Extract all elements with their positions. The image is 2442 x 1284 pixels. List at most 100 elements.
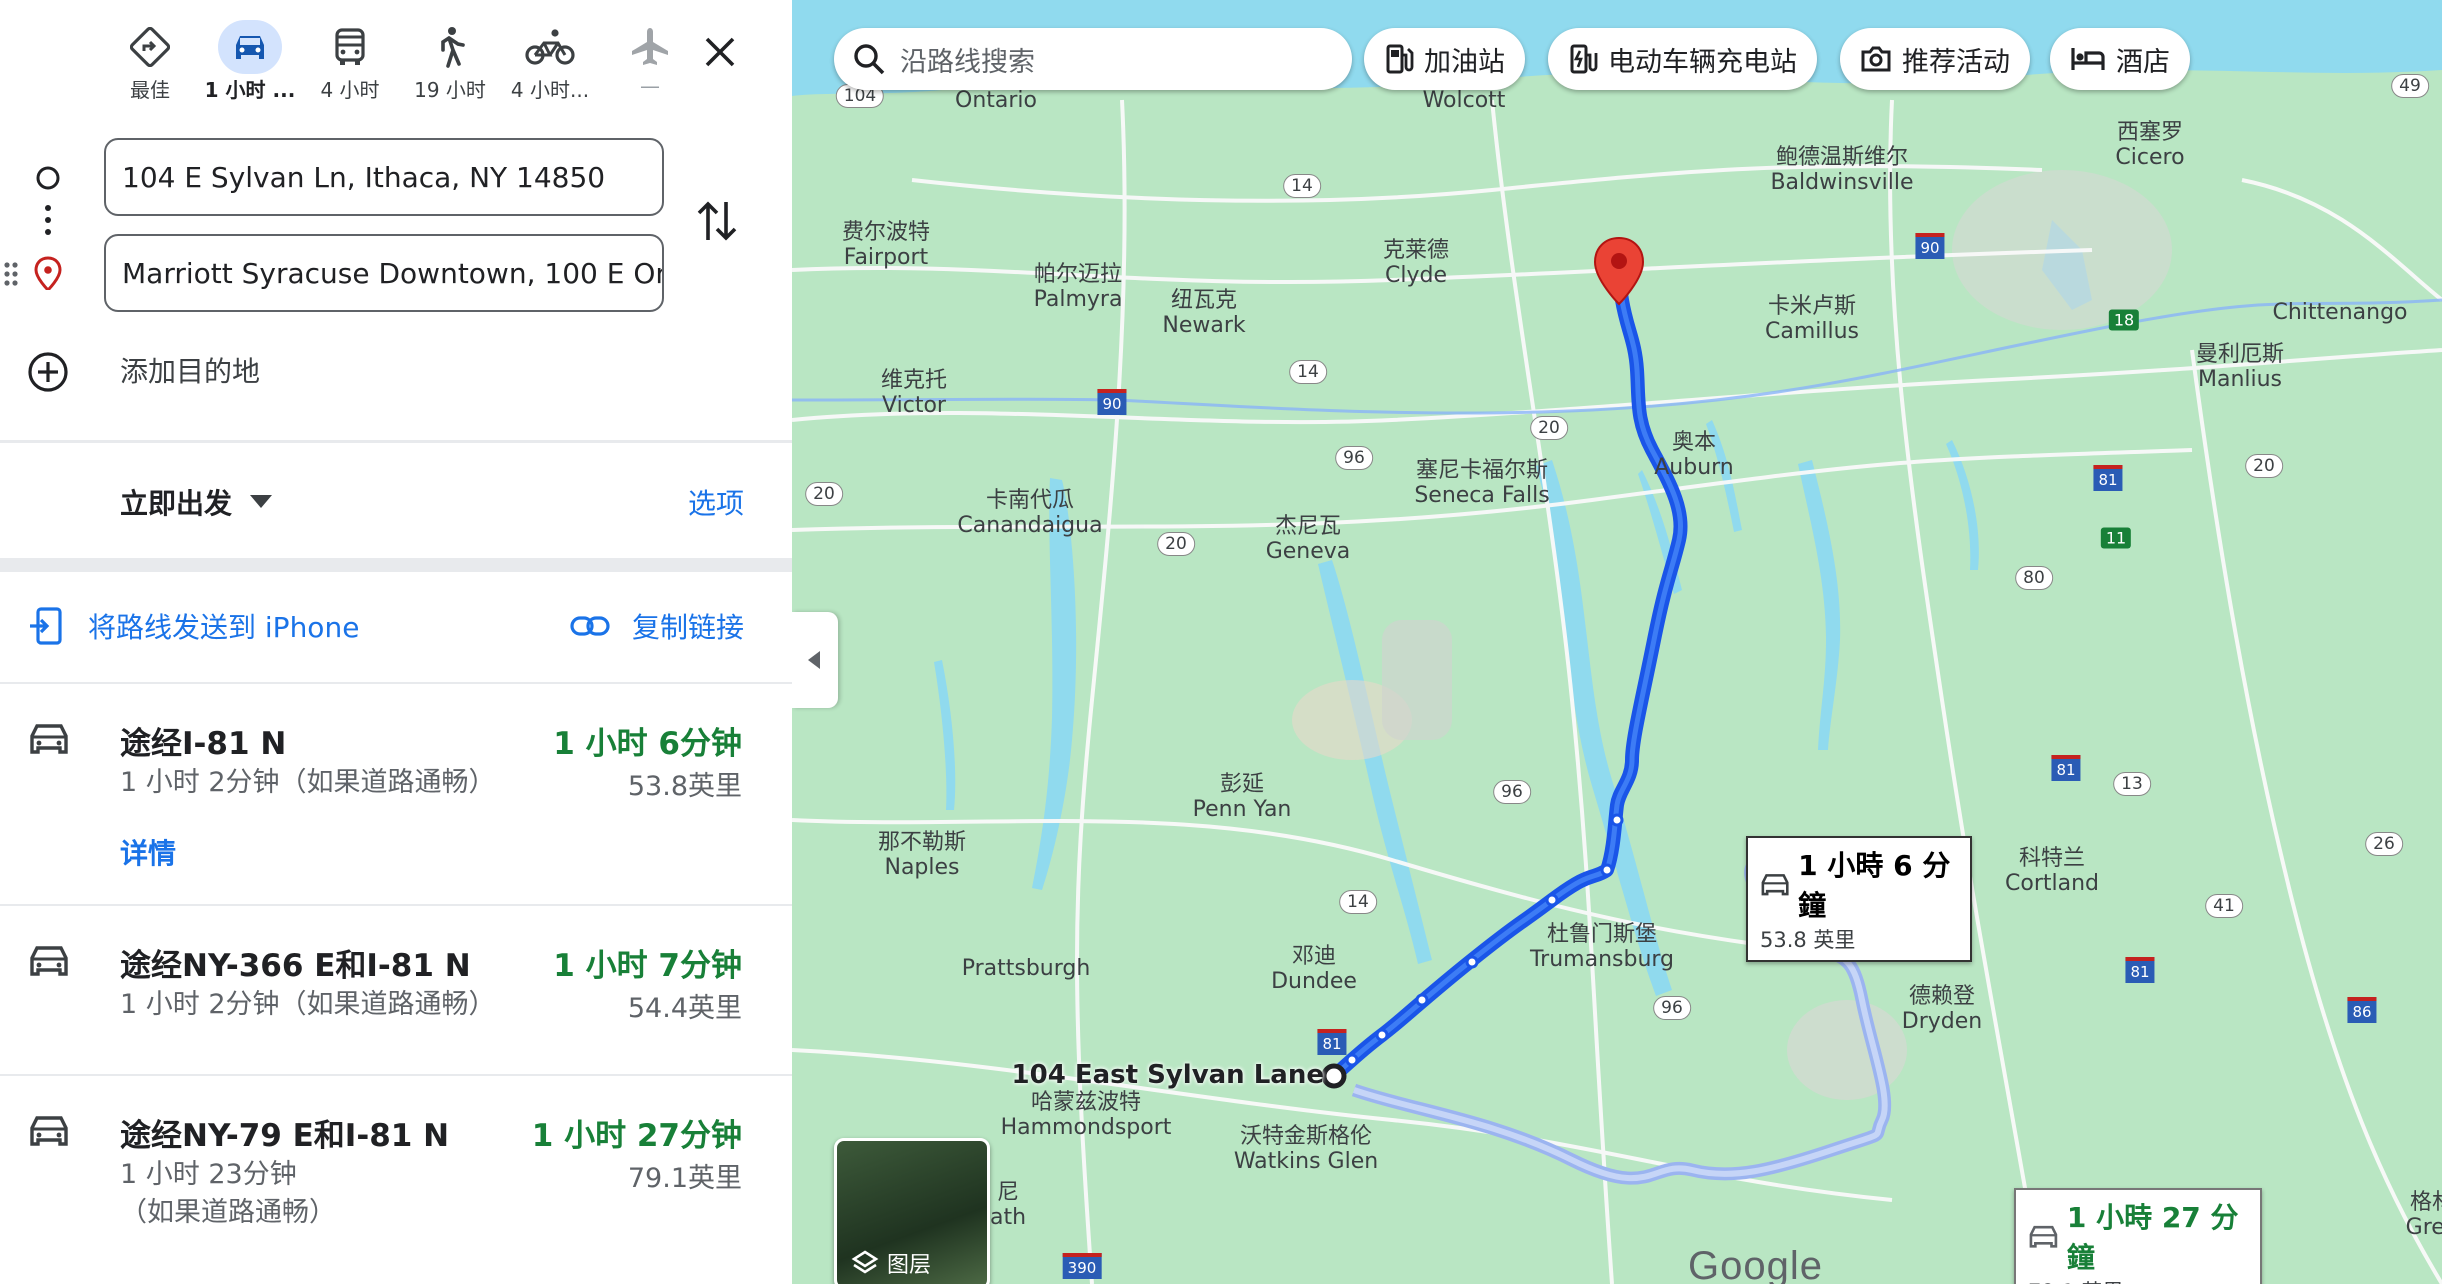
destination-pin-icon[interactable] (1592, 236, 1646, 306)
search-placeholder: 沿路线搜索 (900, 46, 1035, 78)
swap-button[interactable] (694, 196, 740, 250)
place-label-zh: 邓迪 (1291, 944, 1336, 969)
place-label: 纽瓦克 Newark (1162, 288, 1245, 338)
travel-mode-bar: 最佳 1 小时 ... 4 小时 19 小时 4 小时... — (100, 20, 700, 108)
place-label-zh: 尼 (996, 1180, 1019, 1205)
place-label-en: Ontario (955, 88, 1037, 113)
options-button[interactable]: 选项 (688, 482, 744, 522)
swap-icon (697, 201, 737, 241)
place-label: 那不勒斯 Naples (878, 830, 966, 880)
gas-station-icon (1384, 43, 1414, 75)
car-icon (30, 1116, 68, 1146)
layers-button[interactable]: 图层 (834, 1138, 990, 1284)
place-label: 杜鲁门斯堡 Trumansburg (1530, 922, 1674, 972)
place-label-en: Newark (1162, 313, 1246, 338)
place-label-en: Palmyra (1033, 287, 1123, 312)
route-shield: 26 (2365, 832, 2403, 856)
place-label-zh: 奥本 (1671, 430, 1717, 455)
place-label-en: Seneca Falls (1414, 483, 1550, 508)
chip-gas-stations[interactable]: 加油站 (1364, 28, 1525, 90)
origin-value: 104 E Sylvan Ln, Ithaca, NY 14850 (122, 160, 606, 194)
send-to-phone-button[interactable]: 将路线发送到 iPhone (28, 606, 359, 646)
exit-number-badge: 18 (2108, 309, 2140, 331)
drag-handle-icon[interactable] (2, 260, 22, 292)
place-label-en: Trumansburg (1529, 947, 1675, 972)
route-details-link[interactable]: 详情 (120, 832, 176, 872)
place-label-en: Naples (884, 855, 960, 880)
layers-icon (851, 1250, 879, 1274)
place-label-en: ath (989, 1205, 1027, 1230)
chip-hotels[interactable]: 酒店 (2050, 28, 2190, 90)
route-search-input[interactable]: 沿路线搜索 (834, 28, 1352, 90)
place-label-en: Hammondsport (1000, 1115, 1172, 1140)
place-label-zh: 那不勒斯 (877, 830, 967, 855)
route-shield: 20 (1157, 532, 1195, 556)
place-label-zh: 哈蒙兹波特 (1030, 1090, 1141, 1115)
add-destination-icon[interactable] (26, 350, 70, 398)
place-label: 尼 ath (990, 1180, 1026, 1230)
place-label-zh: 曼利厄斯 (2195, 342, 2285, 367)
car-icon (30, 946, 68, 976)
mode-walking[interactable]: 19 小时 (400, 20, 500, 108)
route-shield: 96 (1653, 996, 1691, 1020)
copy-link-button[interactable]: 复制链接 (570, 606, 744, 646)
place-label: Ontario (955, 88, 1037, 113)
route-duration: 1 小时 7分钟 (553, 948, 742, 984)
primary-route-callout[interactable]: 1 小時 6 分鐘 53.8 英里 (1746, 836, 1972, 962)
ev-charger-icon (1568, 43, 1598, 75)
place-label-zh: 纽瓦克 (1170, 288, 1238, 313)
place-label: 西塞罗 Cicero (2115, 120, 2184, 170)
directions-icon (130, 20, 170, 74)
place-label: 费尔波特 Fairport (842, 220, 930, 270)
collapse-panel-button[interactable] (792, 612, 838, 708)
place-label-zh: 鲍德温斯维尔 (1775, 145, 1908, 170)
alt-route-callout[interactable]: 1 小時 27 分鐘 79.1 英里 (2014, 1188, 2262, 1284)
route-option[interactable]: 途经NY-79 E和I-81 N 1 小时 23分钟 （如果道路通畅） 1 小时… (0, 1076, 792, 1284)
bus-icon (332, 20, 368, 74)
map-canvas[interactable]: Ontario Wolcott 西塞罗 Cicero 鲍德温斯维尔 Baldwinsvil… (792, 0, 2442, 1284)
route-option[interactable]: 途经NY-366 E和I-81 N 1 小时 2分钟（如果道路通畅） 1 小时 … (0, 906, 792, 1074)
chevron-left-icon (808, 651, 820, 669)
interstate-shield: 90 (1097, 389, 1127, 415)
route-title: 途经NY-79 E和I-81 N (120, 1118, 450, 1154)
place-label-zh: 沃特金斯格伦 (1239, 1124, 1372, 1149)
close-directions-button[interactable] (690, 22, 750, 82)
plane-icon (628, 20, 672, 74)
section-divider (0, 558, 792, 572)
route-distance: 54.4英里 (627, 993, 742, 1024)
chip-things-to-do[interactable]: 推荐活动 (1840, 28, 2030, 90)
route-title: 途经I-81 N (120, 726, 287, 762)
place-label: 帕尔迈拉 Palmyra (1034, 262, 1123, 312)
place-label-en: Manlius (2197, 367, 2283, 392)
layers-label: 图层 (887, 1253, 932, 1278)
place-label: 鲍德温斯维尔 Baldwinsville (1770, 145, 1913, 195)
place-label: 沃特金斯格伦 Watkins Glen (1234, 1124, 1378, 1174)
destination-input[interactable]: Marriott Syracuse Downtown, 100 E Ononda… (104, 234, 664, 312)
leave-now-dropdown[interactable]: 立即出发 (120, 482, 273, 522)
car-icon (1761, 874, 1789, 896)
dropdown-arrow-icon (250, 495, 273, 508)
hotel-icon (2070, 45, 2106, 73)
mode-cycling[interactable]: 4 小时... (500, 20, 600, 108)
route-option[interactable]: 途经I-81 N 1 小时 2分钟（如果道路通畅） 1 小时 6分钟 53.8英… (0, 684, 792, 904)
place-label-en: Baldwinsville (1770, 170, 1914, 195)
place-label-zh: 西塞罗 (2116, 120, 2184, 145)
route-duration: 1 小时 6分钟 (553, 726, 742, 762)
route-shield: 80 (2015, 566, 2053, 590)
mode-flight[interactable]: — (600, 20, 700, 108)
route-title: 途经NY-366 E和I-81 N (120, 948, 471, 984)
bike-icon (525, 20, 575, 74)
place-label-en: Canandaigua (957, 513, 1103, 538)
place-label: 彭延 Penn Yan (1193, 772, 1292, 822)
walk-icon (434, 20, 466, 74)
interstate-shield: 81 (2125, 957, 2155, 983)
interstate-shield: 390 (1062, 1253, 1102, 1279)
mode-driving[interactable]: 1 小时 ... (200, 20, 300, 108)
add-destination-button[interactable]: 添加目的地 (120, 350, 260, 390)
origin-input[interactable]: 104 E Sylvan Ln, Ithaca, NY 14850 (104, 138, 664, 216)
place-label-zh: 科特兰 (2018, 846, 2085, 871)
mode-best[interactable]: 最佳 (100, 20, 200, 108)
chip-ev-charging[interactable]: 电动车辆充电站 (1548, 28, 1817, 90)
mode-transit[interactable]: 4 小时 (300, 20, 400, 108)
place-label-zh: 格林 (2409, 1190, 2442, 1215)
